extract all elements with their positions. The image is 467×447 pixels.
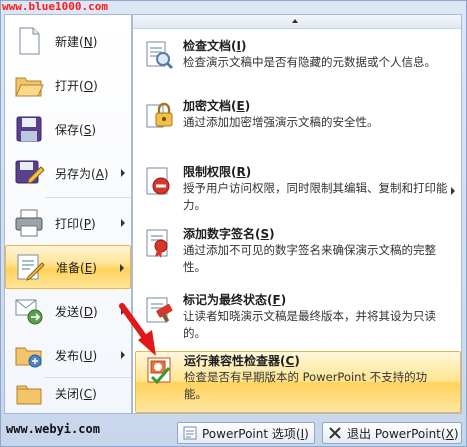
menu-item-save-label: 保存 [55,122,80,137]
scroll-up-arrow-icon [292,19,298,23]
menu-item-close[interactable]: 关闭(C) [5,371,131,415]
submenu-item-title: 标记为最终状态 [183,293,268,307]
menu-item-open[interactable]: 打开(O) [5,63,131,107]
menu-item-open-label: 打开 [55,78,80,93]
options-icon [183,426,197,440]
menu-item-send[interactable]: 发送(D) [5,289,131,333]
submenu-item-description: 通过添加不可见的数字签名来确保演示文稿的完整性。 [183,243,436,274]
powerpoint-options-button[interactable]: PowerPoint 选项(I) [177,422,315,444]
menu-item-save-as[interactable]: 另存为(A) [5,151,131,195]
menu-item-save[interactable]: 保存(S) [5,107,131,151]
submenu-item-compatibility-checker[interactable]: 运行兼容性检查器(C) 检查是否有早期版本的 PowerPoint 不支持的功能… [135,351,461,413]
submenu-item-description: 检查演示文稿中是否有隐藏的元数据或个人信息。 [183,55,436,69]
office-menu-left-panel: 新建(N) 打开(O) 保存(S) 另存为(A) 打印(P) 准备(E) 发送(… [4,14,132,414]
submenu-item-title: 检查文档 [183,39,232,53]
menu-item-publish-label: 发布 [55,348,80,363]
submenu-item-restrict-permission[interactable]: 限制权限(R) 授予用户访问权限，同时限制其编辑、复制和打印能力。 [135,163,461,223]
submenu-item-add-signature[interactable]: 添加数字签名(S) 通过添加不可见的数字签名来确保演示文稿的完整性。 [135,225,461,281]
exit-powerpoint-label: 退出 PowerPoint [347,426,441,441]
watermark-bottom: www.webyi.com [6,422,100,436]
powerpoint-options-label: PowerPoint 选项 [202,426,296,441]
submenu-arrow-icon [451,187,455,195]
submenu-item-title: 加密文档 [183,99,232,113]
submenu-item-mark-as-final[interactable]: 标记为最终状态(F) 让读者知晓演示文稿是最终版本，并将其设为只读的。 [135,291,461,347]
prepare-submenu: 检查文档(I) 检查演示文稿中是否有隐藏的元数据或个人信息。 加密文档(E) 通… [132,14,462,414]
office-menu-footer: www.webyi.com PowerPoint 选项(I) 退出 PowerP… [0,416,467,447]
lock-icon [146,102,173,128]
submenu-item-title: 限制权限 [183,165,232,179]
submenu-item-title: 运行兼容性检查器 [184,354,281,368]
menu-item-prepare[interactable]: 准备(E) [5,245,131,289]
menu-item-print-label: 打印 [55,216,80,231]
digital-signature-icon [146,229,168,258]
close-x-icon [329,427,341,439]
submenu-item-title: 添加数字签名 [183,227,256,241]
submenu-item-encrypt-document[interactable]: 加密文档(E) 通过添加加密增强演示文稿的安全性。 [135,97,461,137]
menu-item-new-label: 新建 [55,34,80,49]
close-folder-icon [16,385,42,405]
prepare-icon [17,254,45,281]
menu-item-new[interactable]: 新建(N) [5,19,131,63]
submenu-item-description: 通过添加加密增强演示文稿的安全性。 [183,115,379,129]
menu-item-save-as-label: 另存为 [55,166,92,181]
red-pointer-arrow-icon [119,303,156,356]
exit-powerpoint-button[interactable]: 退出 PowerPoint(X) [322,422,462,444]
menu-divider [45,197,131,198]
submenu-item-inspect-document[interactable]: 检查文档(I) 检查演示文稿中是否有隐藏的元数据或个人信息。 [135,37,461,81]
printer-icon [15,209,43,237]
menu-item-print[interactable]: 打印(P) [5,201,131,245]
watermark-top: www.blue1000.com [2,0,108,13]
restrict-permission-icon [146,167,170,195]
inspect-document-icon [146,41,174,70]
save-as-icon [15,160,45,184]
submenu-arrow-icon [121,219,125,227]
publish-icon [15,347,42,368]
submenu-arrow-icon [121,169,125,177]
submenu-item-description: 检查是否有早期版本的 PowerPoint 不支持的功能。 [184,370,428,401]
new-document-icon [19,27,40,55]
submenu-item-description: 授予用户访问权限，同时限制其编辑、复制和打印能力。 [183,181,448,212]
submenu-item-description: 让读者知晓演示文稿是最终版本，并将其设为只读的。 [183,309,436,340]
send-icon [15,299,43,325]
scroll-up-button[interactable] [133,15,461,29]
menu-item-prepare-label: 准备 [56,260,81,275]
save-disk-icon [16,116,42,142]
menu-item-close-label: 关闭 [55,386,80,401]
menu-item-send-label: 发送 [55,304,80,319]
open-folder-icon [15,77,44,97]
submenu-arrow-icon [120,264,124,272]
